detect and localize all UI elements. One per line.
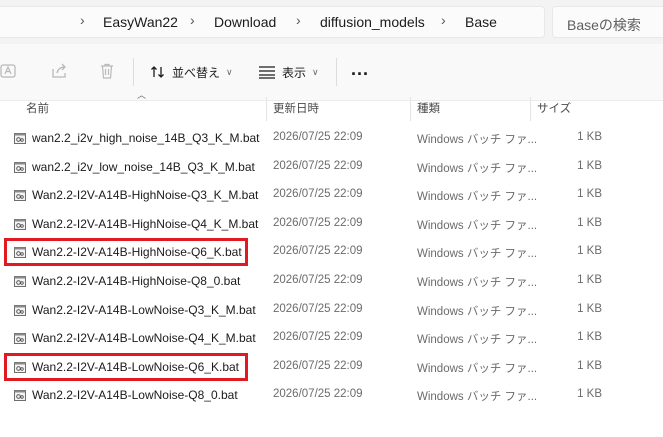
chevron-right-icon[interactable]: ›: [296, 12, 301, 28]
file-name[interactable]: Wan2.2-I2V-A14B-LowNoise-Q8_0.bat: [32, 388, 238, 402]
sort-label: 並べ替え: [172, 65, 221, 80]
batch-file-icon: [14, 390, 26, 402]
view-label: 表示: [282, 65, 307, 80]
batch-file-icon: [14, 218, 26, 230]
divider: [133, 58, 134, 86]
file-type: Windows バッチ ファ...: [417, 219, 538, 232]
file-row[interactable]: Wan2.2-I2V-A14B-HighNoise-Q6_K.bat 2026/0…: [0, 238, 663, 267]
file-name[interactable]: Wan2.2-I2V-A14B-HighNoise-Q3_K_M.bat: [32, 188, 258, 202]
view-icon: [259, 66, 275, 79]
chevron-right-icon[interactable]: ›: [190, 12, 195, 28]
file-row[interactable]: Wan2.2-I2V-A14B-LowNoise-Q4_K_M.bat 2026/…: [0, 324, 663, 352]
file-name[interactable]: Wan2.2-I2V-A14B-LowNoise-Q3_K_M.bat: [32, 303, 256, 317]
file-type: Windows バッチ ファ...: [417, 305, 538, 318]
file-type: Windows バッチ ファ...: [417, 391, 538, 404]
file-date: 2026/07/25 22:09: [273, 159, 363, 172]
file-date: 2026/07/25 22:09: [273, 359, 363, 372]
file-date: 2026/07/25 22:09: [273, 216, 363, 229]
highlight-box: [4, 352, 248, 381]
file-name[interactable]: Wan2.2-I2V-A14B-HighNoise-Q8_0.bat: [32, 274, 240, 288]
more-options-button[interactable]: ...: [351, 59, 369, 80]
file-row[interactable]: Wan2.2-I2V-A14B-HighNoise-Q8_0.bat 2026/0…: [0, 267, 663, 295]
file-size: 1 KB: [577, 131, 602, 143]
file-row[interactable]: Wan2.2-I2V-A14B-LowNoise-Q8_0.bat 2026/07…: [0, 381, 663, 409]
column-divider[interactable]: [530, 97, 531, 121]
chevron-down-icon: ∨: [312, 66, 319, 77]
share-icon[interactable]: [50, 62, 68, 80]
file-date: 2026/07/25 22:09: [273, 131, 363, 143]
batch-file-icon: [14, 190, 26, 202]
file-date: 2026/07/25 22:09: [273, 188, 363, 201]
breadcrumb-item[interactable]: EasyWan22: [103, 14, 178, 30]
batch-file-icon: [14, 333, 26, 345]
file-type: Windows バッチ ファ...: [417, 162, 538, 175]
rename-icon[interactable]: [0, 62, 18, 80]
file-date: 2026/07/25 22:09: [273, 245, 363, 258]
file-size: 1 KB: [577, 188, 602, 201]
column-divider[interactable]: [410, 97, 411, 121]
file-size: 1 KB: [577, 388, 602, 401]
address-bar-row: › EasyWan22 › Download › diffusion_model…: [0, 0, 663, 44]
file-type: Windows バッチ ファ...: [417, 277, 538, 289]
sort-icon: [151, 66, 164, 78]
file-name[interactable]: Wan2.2-I2V-A14B-LowNoise-Q4_K_M.bat: [32, 331, 256, 345]
file-row[interactable]: Wan2.2-I2V-A14B-LowNoise-Q3_K_M.bat 2026/…: [0, 296, 663, 324]
breadcrumb-item[interactable]: Download: [214, 14, 276, 30]
column-divider[interactable]: [266, 97, 267, 121]
file-row[interactable]: wan2.2_i2v_high_noise_14B_Q3_K_M.bat 2026…: [0, 124, 663, 152]
batch-file-icon: [14, 276, 26, 287]
view-button[interactable]: 表示 ∨: [258, 60, 319, 84]
sort-ascending-icon: ︿: [137, 90, 147, 100]
file-size: 1 KB: [577, 331, 602, 344]
chevron-right-icon[interactable]: ›: [441, 12, 446, 28]
file-date: 2026/07/25 22:09: [273, 274, 363, 286]
sort-button[interactable]: 並べ替え ∨: [150, 60, 233, 84]
file-size: 1 KB: [577, 302, 602, 315]
file-name[interactable]: Wan2.2-I2V-A14B-HighNoise-Q4_K_M.bat: [32, 217, 258, 231]
divider: [336, 58, 337, 86]
file-date: 2026/07/25 22:09: [273, 388, 363, 401]
breadcrumb-item[interactable]: diffusion_models: [320, 14, 425, 30]
column-header-date[interactable]: 更新日時: [273, 100, 319, 122]
chevron-down-icon: ∨: [226, 66, 233, 77]
file-name[interactable]: wan2.2_i2v_low_noise_14B_Q3_K_M.bat: [32, 160, 255, 174]
file-row[interactable]: Wan2.2-I2V-A14B-LowNoise-Q6_K.bat 2026/07…: [0, 352, 663, 381]
file-date: 2026/07/25 22:09: [273, 331, 363, 344]
file-date: 2026/07/25 22:09: [273, 302, 363, 315]
file-size: 1 KB: [577, 216, 602, 229]
column-header-size[interactable]: サイズ: [537, 100, 571, 122]
batch-file-icon: [14, 304, 26, 316]
batch-file-icon: [14, 161, 26, 173]
file-type: Windows バッチ ファ...: [417, 134, 538, 146]
file-row[interactable]: Wan2.2-I2V-A14B-HighNoise-Q3_K_M.bat 2026…: [0, 181, 663, 209]
file-size: 1 KB: [577, 359, 602, 372]
chevron-right-icon[interactable]: ›: [80, 12, 85, 28]
delete-icon[interactable]: [98, 62, 116, 80]
search-placeholder: Baseの検索: [567, 17, 641, 33]
column-header-type[interactable]: 種類: [417, 100, 440, 122]
file-row[interactable]: Wan2.2-I2V-A14B-HighNoise-Q4_K_M.bat 2026…: [0, 210, 663, 238]
command-bar: 並べ替え ∨ 表示 ∨ ...: [0, 44, 663, 101]
batch-file-icon: [14, 133, 26, 144]
file-type: Windows バッチ ファ...: [417, 191, 538, 204]
highlight-box: [4, 238, 248, 267]
search-input[interactable]: Baseの検索: [552, 6, 663, 38]
file-type: Windows バッチ ファ...: [417, 248, 538, 261]
file-size: 1 KB: [577, 274, 602, 286]
file-type: Windows バッチ ファ...: [417, 362, 538, 375]
file-size: 1 KB: [577, 245, 602, 258]
file-size: 1 KB: [577, 159, 602, 172]
column-header-name[interactable]: 名前: [26, 100, 49, 122]
file-name[interactable]: wan2.2_i2v_high_noise_14B_Q3_K_M.bat: [32, 131, 260, 145]
breadcrumb-item-current[interactable]: Base: [465, 14, 497, 30]
file-type: Windows バッチ ファ...: [417, 334, 538, 347]
file-row[interactable]: wan2.2_i2v_low_noise_14B_Q3_K_M.bat 2026/…: [0, 153, 663, 181]
